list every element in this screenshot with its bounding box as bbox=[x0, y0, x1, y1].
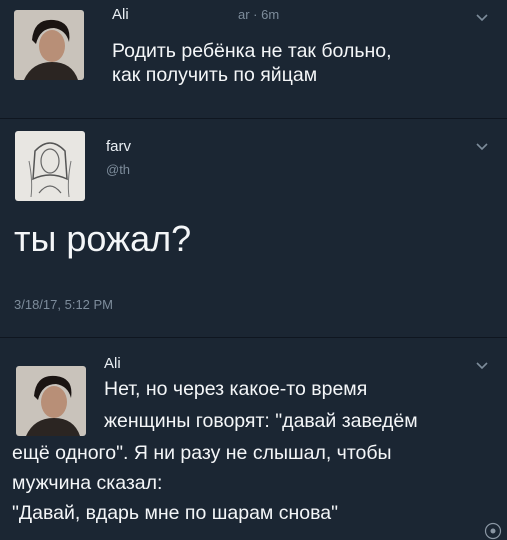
user-avatar-icon[interactable] bbox=[15, 131, 85, 201]
tweet-timestamp[interactable]: 3/18/17, 5:12 PM bbox=[14, 297, 113, 312]
watermark-icon bbox=[484, 522, 502, 540]
author-handle[interactable]: @th bbox=[106, 162, 130, 177]
tweet-meta: ar · 6m bbox=[238, 7, 280, 22]
user-avatar-icon[interactable] bbox=[14, 10, 84, 80]
tweet-text-line: Нет, но через какое-то время bbox=[104, 378, 368, 400]
chevron-down-icon[interactable] bbox=[474, 358, 490, 374]
tweet-text-line: ещё одного". Я ни разу не слышал, чтобы bbox=[12, 442, 392, 464]
chevron-down-icon[interactable] bbox=[474, 10, 490, 26]
tweet-2[interactable]: farv @th ты рожал? 3/18/17, 5:12 PM bbox=[0, 119, 507, 337]
author-name[interactable]: Ali bbox=[112, 6, 129, 23]
tweet-text-line1: Родить ребёнка не так больно, bbox=[112, 40, 392, 62]
user-avatar-icon[interactable] bbox=[16, 366, 86, 436]
tweet-text-line: женщины говорят: "давай заведём bbox=[104, 410, 418, 432]
tweet-text-line2: как получить по яйцам bbox=[112, 64, 318, 86]
tweet-text: ты рожал? bbox=[14, 218, 192, 259]
tweet-1[interactable]: Ali ar · 6m Родить ребёнка не так больно… bbox=[0, 0, 507, 118]
author-name[interactable]: Ali bbox=[104, 355, 121, 372]
tweet-text-line: "Давай, вдарь мне по шарам снова" bbox=[12, 502, 339, 524]
tweet-3[interactable]: Ali Нет, но через какое-то время женщины… bbox=[0, 338, 507, 540]
author-name[interactable]: farv bbox=[106, 138, 131, 155]
chevron-down-icon[interactable] bbox=[474, 139, 490, 155]
tweet-text-line: мужчина сказал: bbox=[12, 472, 163, 494]
